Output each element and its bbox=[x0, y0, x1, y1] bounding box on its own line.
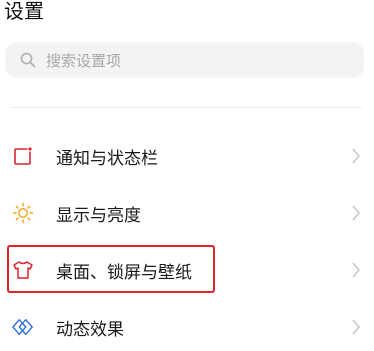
settings-item-label: 动态效果 bbox=[56, 319, 124, 340]
settings-item-label: 桌面、锁屏与壁纸 bbox=[56, 262, 192, 283]
settings-item-display[interactable]: 显示与亮度 bbox=[0, 189, 374, 237]
tshirt-icon bbox=[12, 259, 34, 281]
notification-icon bbox=[12, 145, 34, 167]
page-title: 设置 bbox=[4, 0, 44, 23]
chevron-right-icon bbox=[352, 319, 362, 335]
chevron-right-icon bbox=[352, 262, 362, 278]
settings-item-label: 通知与状态栏 bbox=[56, 148, 158, 169]
brightness-sun-icon bbox=[12, 202, 34, 224]
settings-item-label: 显示与亮度 bbox=[56, 205, 141, 226]
search-icon bbox=[20, 52, 36, 68]
settings-item-desktop-lockscreen-wallpaper[interactable]: 桌面、锁屏与壁纸 bbox=[0, 246, 374, 294]
chevron-right-icon bbox=[352, 148, 362, 164]
chevron-right-icon bbox=[352, 205, 362, 221]
search-input[interactable]: 搜索设置项 bbox=[46, 50, 121, 71]
settings-item-notifications[interactable]: 通知与状态栏 bbox=[0, 132, 374, 180]
divider bbox=[10, 107, 362, 108]
animation-diamond-icon bbox=[12, 316, 34, 338]
search-bar[interactable]: 搜索设置项 bbox=[5, 42, 364, 78]
settings-item-animations[interactable]: 动态效果 bbox=[0, 303, 374, 351]
